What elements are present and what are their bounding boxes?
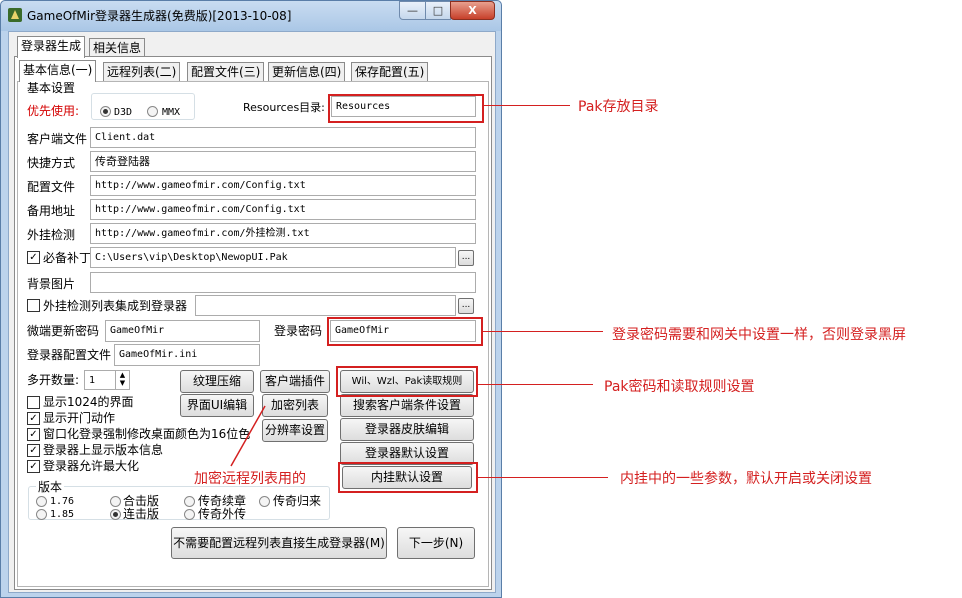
arrow-line-builtin [478,477,608,478]
title-bar[interactable]: GameOfMir登录器生成器(免费版)[2013-10-08] — □ X [1,1,501,31]
basic-settings-label: 基本设置 [27,81,76,95]
launcher-cfg-input[interactable]: GameOfMir.ini [114,344,260,366]
mmx-label: MMX [162,107,181,118]
texture-compress-button[interactable]: 纹理压缩 [180,370,254,393]
version-176-radio[interactable] [36,496,47,507]
patch-input[interactable]: C:\Users\vip\Desktop\NewopUI.Pak [90,247,456,268]
version-185-label: 1.85 [50,509,75,520]
search-condition-button[interactable]: 搜索客户端条件设置 [340,394,474,417]
shortcut-label: 快捷方式 [27,156,76,170]
d3d-label: D3D [114,107,133,118]
integrate-input[interactable] [195,295,456,316]
annotation-encrypt: 加密远程列表用的 [194,471,306,487]
arrow-line-login-pwd [483,331,603,332]
config-file-input[interactable]: http://www.gameofmir.com/Config.txt [90,175,476,196]
arrow-line-pak-dir [484,105,570,106]
check-door-anim[interactable]: ✓ [27,412,40,425]
check-16bit-label: 窗口化登录强制修改桌面颜色为16位色 [43,427,251,441]
plugin-check-label: 外挂检测 [27,228,76,242]
bg-image-input[interactable] [90,272,476,293]
highlight-login-pwd [327,317,483,346]
tab-remote-list[interactable]: 远程列表(二) [103,62,181,82]
backup-url-input[interactable]: http://www.gameofmir.com/Config.txt [90,199,476,220]
version-waizhuan-radio[interactable] [184,509,195,520]
close-button[interactable]: X [450,1,495,20]
highlight-resources [328,94,484,123]
direct-generate-button[interactable]: 不需要配置远程列表直接生成登录器(M) [171,527,387,559]
check-maximize-label: 登录器允许最大化 [43,459,140,473]
integrate-browse-button[interactable]: ... [458,298,474,314]
annotation-login-pwd: 登录密码需要和网关中设置一样，否则登录黑屏 [612,327,906,343]
login-pwd-label: 登录密码 [274,324,323,338]
version-lianji-label: 连击版 [123,507,160,521]
arrow-encrypt-icon [230,405,266,467]
priority-label: 优先使用: [27,104,80,118]
launcher-cfg-label: 登录器配置文件 [27,348,112,362]
check-16bit[interactable]: ✓ [27,428,40,441]
highlight-wil-rule [336,366,478,397]
version-heji-radio[interactable] [110,496,121,507]
check-maximize[interactable]: ✓ [27,460,40,473]
tab-config-file[interactable]: 配置文件(三) [187,62,265,82]
client-file-input[interactable]: Client.dat [90,127,476,148]
plugin-check-input[interactable]: http://www.gameofmir.com/外挂检测.txt [90,223,476,244]
resources-label: Resources目录: [243,101,325,114]
mmx-radio[interactable] [147,106,158,117]
check-1024[interactable] [27,396,40,409]
bg-image-label: 背景图片 [27,277,76,291]
tab-update-info[interactable]: 更新信息(四) [268,62,346,82]
version-waizhuan-label: 传奇外传 [198,507,247,521]
tab-save-config[interactable]: 保存配置(五) [351,62,429,82]
check-door-anim-label: 显示开门动作 [43,411,116,425]
maximize-button[interactable]: □ [425,1,451,20]
config-file-label: 配置文件 [27,180,76,194]
multi-open-label: 多开数量: [27,373,80,387]
patch-browse-button[interactable]: ... [458,250,474,266]
window-title: GameOfMir登录器生成器(免费版)[2013-10-08] [27,9,292,23]
check-version-info[interactable]: ✓ [27,444,40,457]
tab-launcher-gen[interactable]: 登录器生成 [17,36,86,58]
check-1024-label: 显示1024的界面 [43,395,134,409]
version-label: 版本 [36,479,65,495]
patch-label: 必备补丁 [43,251,92,265]
app-icon [8,8,22,22]
annotation-pak-dir: Pak存放目录 [578,99,659,115]
skin-edit-button[interactable]: 登录器皮肤编辑 [340,418,474,441]
annotation-pak-pwd: Pak密码和读取规则设置 [604,379,755,395]
highlight-builtin [338,462,478,493]
annotation-builtin: 内挂中的一些参数，默认开启或关闭设置 [620,471,872,487]
tab-basic-info[interactable]: 基本信息(一) [19,60,97,82]
micro-pwd-label: 微端更新密码 [27,324,100,338]
version-guilai-label: 传奇归来 [273,494,322,508]
version-xuzhang-radio[interactable] [184,496,195,507]
patch-checkbox[interactable]: ✓ [27,251,40,264]
minimize-button[interactable]: — [399,1,426,20]
tab-related-info[interactable]: 相关信息 [89,38,146,58]
shortcut-input[interactable]: 传奇登陆器 [90,151,476,172]
client-file-label: 客户端文件 [27,132,88,146]
check-version-info-label: 登录器上显示版本信息 [43,443,164,457]
integrate-checkbox[interactable] [27,299,40,312]
next-button[interactable]: 下一步(N) [397,527,475,559]
d3d-radio[interactable] [100,106,111,117]
backup-url-label: 备用地址 [27,204,76,218]
version-guilai-radio[interactable] [259,496,270,507]
integrate-label: 外挂检测列表集成到登录器 [43,299,188,313]
multi-open-value: 1 [89,375,96,386]
client-plugin-button[interactable]: 客户端插件 [260,370,330,393]
micro-pwd-input[interactable]: GameOfMir [105,320,260,342]
version-185-radio[interactable] [36,509,47,520]
version-lianji-radio[interactable] [110,509,121,520]
stepper-arrows-icon[interactable]: ▲ ▼ [115,371,129,389]
arrow-line-pak-pwd [478,384,593,385]
